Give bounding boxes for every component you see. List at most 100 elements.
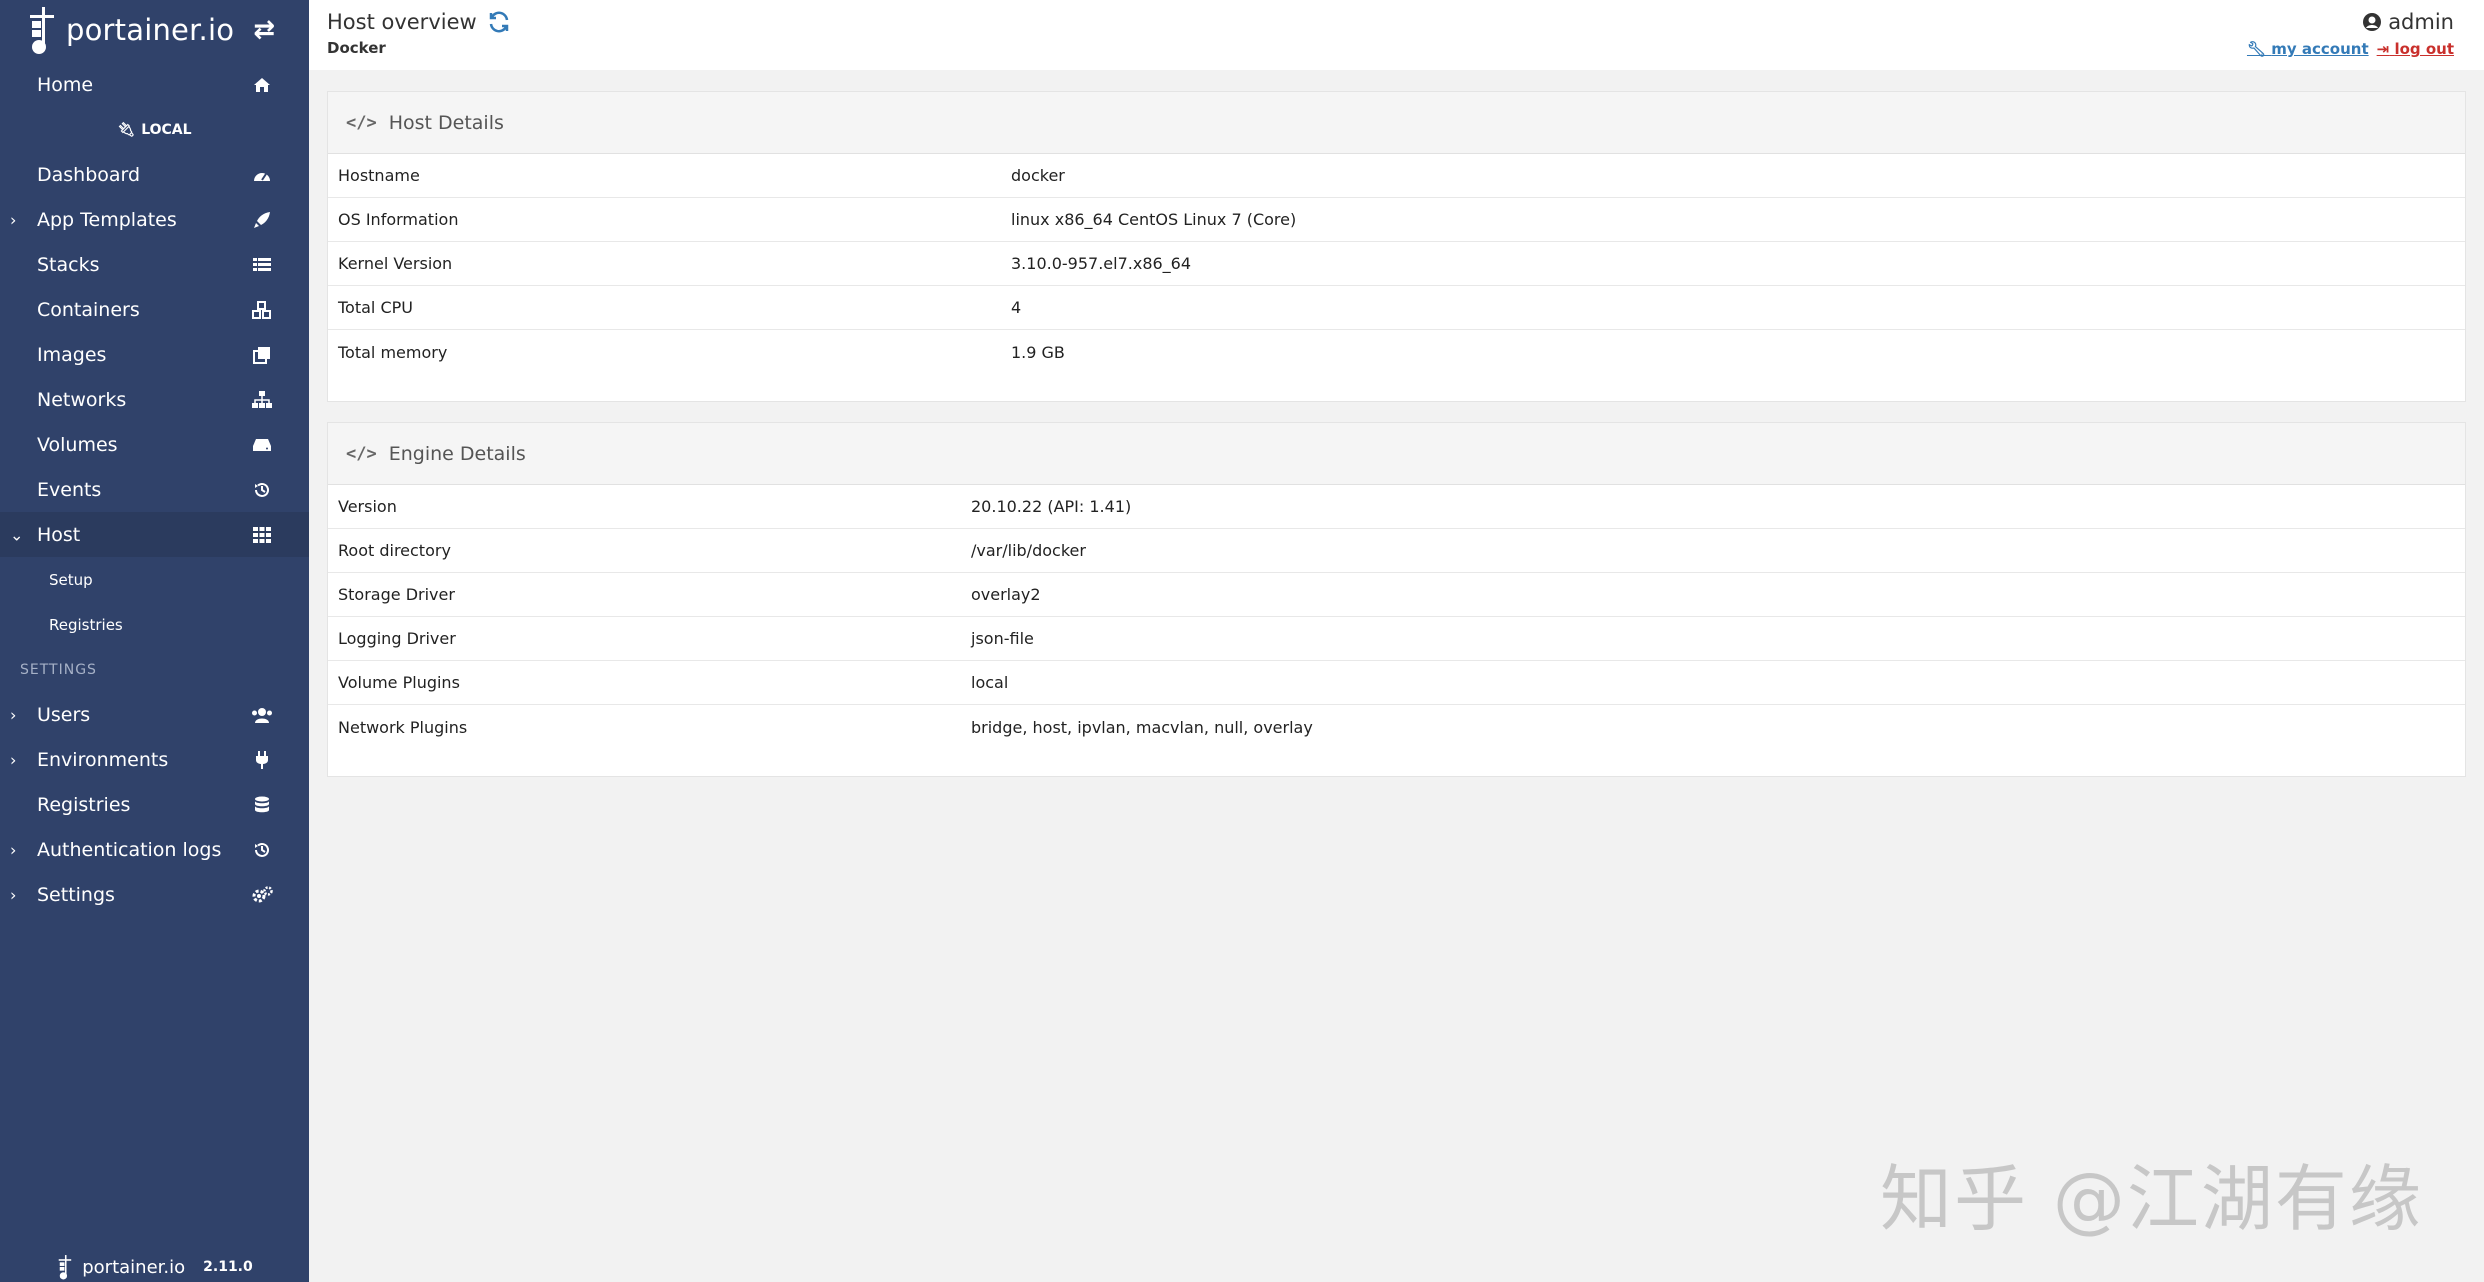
cubes-icon: [251, 300, 273, 319]
page-title: Host overview: [327, 10, 511, 34]
watermark: 知乎 @江湖有缘: [1880, 1157, 2423, 1241]
portainer-logo-icon: [58, 1255, 72, 1280]
row-key: Network Plugins: [338, 717, 468, 737]
cogs-icon: [251, 885, 273, 904]
user-links: 🔧︎ my account ⇥ log out: [2247, 40, 2454, 58]
footer-brand: portainer.io: [82, 1256, 186, 1278]
page-header: Host overview Docker admin 🔧︎ my account…: [309, 0, 2484, 70]
hdd-icon: [251, 438, 273, 452]
users-icon: [251, 707, 273, 723]
clone-icon: [251, 346, 273, 364]
table-row: Network Plugins bridge, host, ipvlan, ma…: [328, 705, 2465, 749]
sidebar-item-app-templates[interactable]: › App Templates: [0, 197, 309, 242]
row-value: linux x86_64 CentOS Linux 7 (Core): [1011, 210, 1297, 229]
sidebar-item-label: Images: [37, 343, 107, 366]
plug-icon: [251, 750, 273, 769]
environment-name: 🔌︎ LOCAL: [117, 121, 192, 138]
row-value: 1.9 GB: [1011, 342, 1065, 362]
log-out-label: log out: [2394, 40, 2454, 58]
sidebar-item-dashboard[interactable]: Dashboard: [0, 152, 309, 197]
sidebar-item-authentication-logs[interactable]: › Authentication logs: [0, 827, 309, 872]
sidebar-subitem-setup[interactable]: Setup: [0, 557, 309, 602]
breadcrumb: Docker: [327, 39, 386, 57]
dashboard-icon: [251, 168, 273, 182]
host-details-panel: </> Host Details Hostname docker OS Info…: [327, 91, 2466, 402]
sidebar-item-label: Networks: [37, 388, 127, 411]
home-icon: [251, 77, 273, 93]
panel-title: Engine Details: [388, 442, 526, 465]
table-row: Root directory /var/lib/docker: [328, 529, 2465, 573]
sidebar-item-stacks[interactable]: Stacks: [0, 242, 309, 287]
row-value: 20.10.22 (API: 1.41): [971, 497, 1132, 516]
row-key: OS Information: [338, 210, 459, 229]
sidebar-item-label: Settings: [37, 883, 115, 906]
row-value: docker: [1011, 166, 1065, 185]
chevron-down-icon: ⌄: [10, 525, 24, 544]
sidebar-item-settings-registries[interactable]: Registries: [0, 782, 309, 827]
sidebar-item-settings[interactable]: › Settings: [0, 872, 309, 917]
row-value: /var/lib/docker: [971, 541, 1086, 560]
sidebar-item-host[interactable]: ⌄ Host: [0, 512, 309, 557]
sidebar-item-label: Stacks: [37, 253, 100, 276]
sidebar-item-home[interactable]: Home: [0, 62, 309, 107]
sidebar-subitem-label: Setup: [49, 570, 93, 589]
user-menu: admin 🔧︎ my account ⇥ log out: [2247, 10, 2454, 58]
settings-heading: SETTINGS: [20, 661, 97, 678]
row-key: Kernel Version: [338, 254, 453, 273]
portainer-logo-icon: [30, 7, 54, 54]
row-key: Volume Plugins: [338, 673, 460, 692]
row-key: Total memory: [338, 342, 448, 362]
plug-icon: 🔌︎: [117, 121, 136, 138]
chevron-right-icon: ›: [10, 840, 17, 859]
table-row: Total memory 1.9 GB: [328, 330, 2465, 374]
code-icon: </>: [346, 112, 377, 133]
sidebar-item-images[interactable]: Images: [0, 332, 309, 377]
my-account-link[interactable]: 🔧︎ my account: [2247, 40, 2369, 58]
sidebar-item-environments[interactable]: › Environments: [0, 737, 309, 782]
database-icon: [251, 796, 273, 814]
code-icon: </>: [346, 443, 377, 464]
table-row: Volume Plugins local: [328, 661, 2465, 705]
row-key: Total CPU: [338, 298, 413, 317]
refresh-icon[interactable]: [487, 10, 511, 34]
sidebar-toggle-icon[interactable]: ⇄: [253, 15, 275, 45]
list-icon: [251, 257, 273, 272]
sidebar-item-label: Volumes: [37, 433, 118, 456]
sidebar-item-users[interactable]: › Users: [0, 692, 309, 737]
sidebar-item-events[interactable]: Events: [0, 467, 309, 512]
table-row: Kernel Version 3.10.0-957.el7.x86_64: [328, 242, 2465, 286]
table-row: Storage Driver overlay2: [328, 573, 2465, 617]
sidebar-item-label: Users: [37, 703, 91, 726]
row-value: overlay2: [971, 585, 1041, 604]
sidebar-item-label: Host: [37, 523, 81, 546]
sidebar-subitem-label: Registries: [49, 615, 123, 634]
user-circle-icon: [2363, 13, 2382, 31]
row-key: Hostname: [338, 166, 420, 185]
row-value: 3.10.0-957.el7.x86_64: [1011, 254, 1192, 273]
row-key: Root directory: [338, 541, 451, 560]
row-key: Logging Driver: [338, 629, 456, 648]
sidebar-item-containers[interactable]: Containers: [0, 287, 309, 332]
sign-out-icon: ⇥: [2376, 40, 2390, 58]
row-key: Version: [338, 497, 397, 516]
my-account-label: my account: [2271, 40, 2369, 58]
history-icon: [251, 841, 273, 859]
engine-details-header: </> Engine Details: [328, 423, 2465, 485]
th-icon: [251, 526, 273, 543]
sidebar-item-networks[interactable]: Networks: [0, 377, 309, 422]
sidebar-item-label: Environments: [37, 748, 169, 771]
sidebar-item-volumes[interactable]: Volumes: [0, 422, 309, 467]
rocket-icon: [251, 211, 273, 229]
portainer-logo[interactable]: portainer.io: [26, 5, 234, 55]
host-details-header: </> Host Details: [328, 92, 2465, 154]
sidebar-item-label: Authentication logs: [37, 838, 222, 861]
sidebar-brand: portainer.io ⇄: [0, 0, 309, 60]
chevron-right-icon: ›: [10, 750, 17, 769]
sidebar: portainer.io ⇄ Home 🔌︎ LOCAL Dashboard ›…: [0, 0, 309, 1282]
sidebar-subitem-registries[interactable]: Registries: [0, 602, 309, 647]
brand-name: portainer.io: [66, 13, 235, 47]
app-version: 2.11.0: [203, 1259, 253, 1275]
log-out-link[interactable]: ⇥ log out: [2377, 40, 2454, 58]
sidebar-item-label: Events: [37, 478, 102, 501]
table-row: Logging Driver json-file: [328, 617, 2465, 661]
